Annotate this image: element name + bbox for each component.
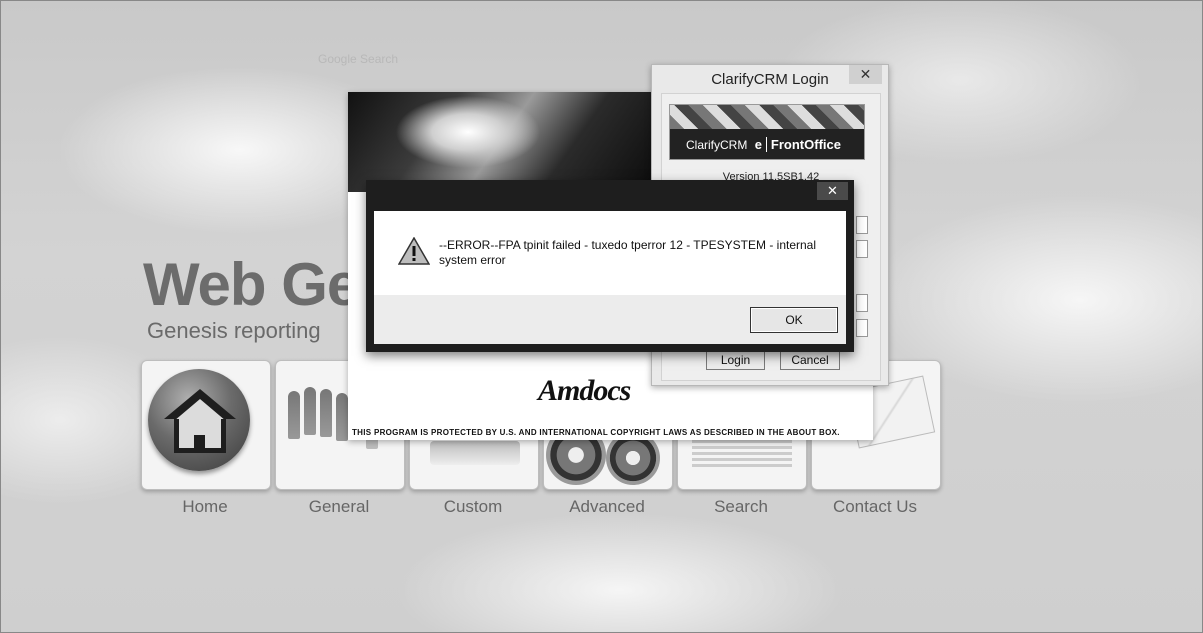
home-icon: [148, 369, 250, 471]
copyright-notice: THIS PROGRAM IS PROTECTED BY U.S. AND IN…: [352, 428, 840, 437]
contact-us-label[interactable]: Contact Us: [809, 497, 941, 517]
custom-label[interactable]: Custom: [407, 497, 539, 517]
password-field[interactable]: [856, 240, 868, 258]
error-close-button[interactable]: ✕: [817, 182, 848, 200]
cancel-button[interactable]: Cancel: [780, 351, 840, 370]
error-message: --ERROR--FPA tpinit failed - tuxedo tper…: [439, 238, 817, 267]
warning-icon: [398, 237, 430, 265]
advanced-label[interactable]: Advanced: [541, 497, 673, 517]
login-close-button[interactable]: ✕: [849, 65, 882, 84]
login-button[interactable]: Login: [706, 351, 765, 370]
amdocs-logo: Amdocs: [538, 374, 631, 407]
faint-background-link: Google Search: [318, 52, 399, 66]
ok-button[interactable]: OK: [750, 307, 838, 333]
documents-icon: [692, 437, 792, 467]
error-dialog: ✕ --ERROR--FPA tpinit failed - tuxedo tp…: [366, 180, 854, 352]
general-label[interactable]: General: [273, 497, 405, 517]
home-tile[interactable]: [141, 360, 271, 490]
banner-frontoffice: FrontOffice: [765, 137, 841, 152]
error-dialog-body: --ERROR--FPA tpinit failed - tuxedo tper…: [374, 211, 846, 344]
clarifycrm-banner: ClarifyCRM e FrontOffice: [669, 104, 865, 160]
home-label[interactable]: Home: [139, 497, 271, 517]
meeting-icon: [430, 441, 520, 465]
error-message-area: --ERROR--FPA tpinit failed - tuxedo tper…: [374, 211, 846, 295]
splash-artwork: [348, 92, 652, 192]
brand-subtitle: Genesis reporting: [147, 318, 321, 343]
banner-clarifycrm: ClarifyCRM: [686, 138, 748, 152]
brand-title: Web Ge: [143, 251, 360, 318]
database-field[interactable]: [856, 294, 868, 312]
search-label[interactable]: Search: [675, 497, 807, 517]
banner-e: e: [754, 137, 762, 152]
username-field[interactable]: [856, 216, 868, 234]
server-field[interactable]: [856, 319, 868, 337]
